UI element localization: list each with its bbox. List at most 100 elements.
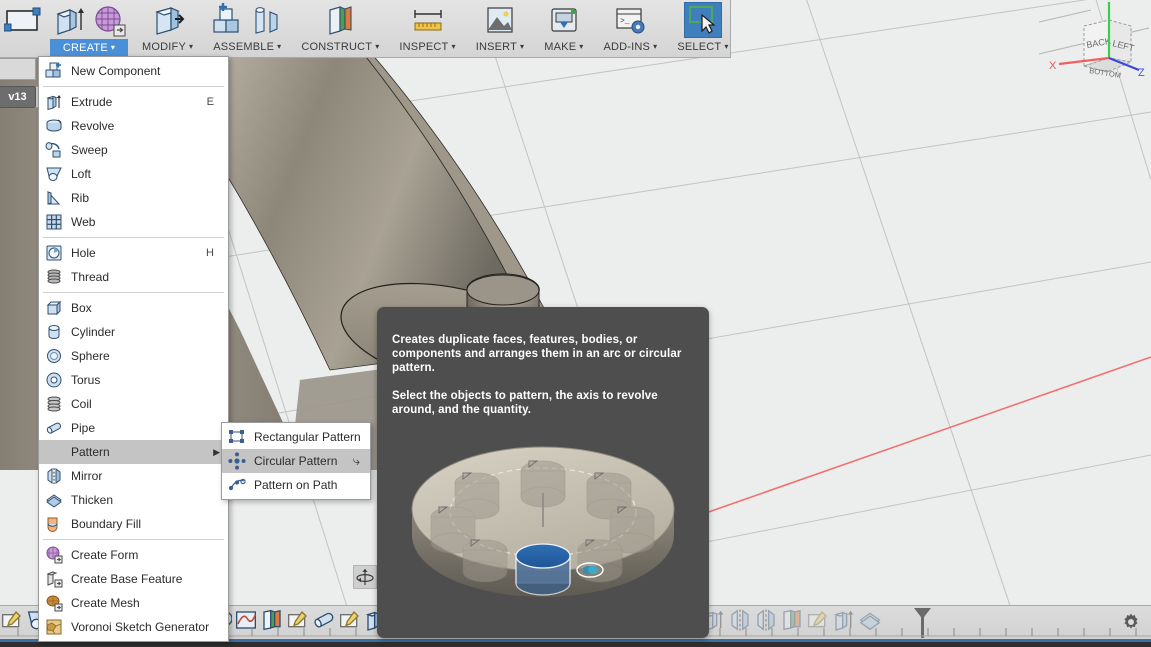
submenu-item-rectangular-pattern[interactable]: Rectangular Pattern: [222, 425, 370, 449]
menu-item-extrude[interactable]: Extrude E: [39, 90, 228, 114]
toolbar-item-select[interactable]: SELECT ▾: [667, 0, 738, 53]
toolbar-group-modify[interactable]: MODIFY ▾: [132, 0, 203, 58]
toolbar-label-create[interactable]: CREATE ▾: [50, 39, 128, 57]
browser-panel-stub[interactable]: v13: [0, 58, 52, 118]
version-badge: v13: [0, 86, 36, 108]
menu-item-label: Cylinder: [71, 325, 116, 339]
press-pull-icon[interactable]: [149, 2, 187, 38]
toolbar-group-sketch[interactable]: [0, 0, 46, 58]
tooltip-paragraph-2: Select the objects to pattern, the axis …: [392, 389, 658, 416]
menu-item-label: Revolve: [71, 119, 115, 133]
select-window-icon[interactable]: [683, 2, 722, 38]
submenu-item-circular-pattern[interactable]: Circular Pattern ⤷: [222, 449, 370, 473]
menu-item-box[interactable]: Box: [39, 296, 228, 320]
toolbar-item-inspect[interactable]: INSPECT ▾: [389, 0, 465, 53]
pattern-submenu[interactable]: Rectangular Pattern Circular Pattern ⤷ Patt…: [221, 422, 371, 500]
insert-label-text: INSERT: [475, 41, 518, 53]
menu-item-label: Loft: [71, 167, 92, 181]
toolbar-group-assemble[interactable]: ASSEMBLE ▾: [203, 0, 291, 58]
toolbar-group-select[interactable]: SELECT ▾: [667, 0, 738, 58]
toolbar-item-make[interactable]: MAKE ▾: [534, 0, 593, 53]
toolbar-item-construct[interactable]: CONSTRUCT ▾: [291, 0, 389, 53]
toolbar-item-sketch[interactable]: [0, 0, 46, 38]
toolbar-item-addins[interactable]: >_ ADD-INS ▾: [593, 0, 667, 53]
view-cube[interactable]: BACK LEFT BOTTOM X Z: [1038, 0, 1150, 95]
menu-item-create-mesh[interactable]: Create Mesh: [39, 591, 228, 615]
new-component-icon: [45, 62, 63, 80]
toolbar-group-insert[interactable]: INSERT ▾: [466, 0, 535, 58]
menu-item-thicken[interactable]: Thicken: [39, 488, 228, 512]
menu-item-thread[interactable]: Thread: [39, 265, 228, 289]
toolbar-item-create[interactable]: CREATE ▾: [46, 0, 132, 57]
toolbar-group-inspect[interactable]: INSPECT ▾: [389, 0, 465, 58]
menu-item-label: Mirror: [71, 469, 103, 483]
menu-item-torus[interactable]: Torus: [39, 368, 228, 392]
menu-item-hole[interactable]: Hole H: [39, 241, 228, 265]
svg-text:>_: >_: [620, 17, 630, 26]
toolbar-label-modify[interactable]: MODIFY ▾: [136, 39, 199, 53]
measure-icon[interactable]: [409, 2, 447, 38]
menu-item-label: Thread: [71, 270, 110, 284]
create-form-icon[interactable]: [90, 2, 128, 38]
extrude-icon[interactable]: [50, 2, 88, 38]
toolbar-label-assemble[interactable]: ASSEMBLE ▾: [207, 39, 287, 53]
create-label-text: CREATE: [62, 42, 108, 54]
menu-item-label: Create Base Feature: [71, 572, 183, 586]
modify-label-text: MODIFY: [142, 41, 186, 53]
toolbar-group-create[interactable]: CREATE ▾: [46, 0, 132, 58]
orbit-glyph: [356, 569, 374, 585]
toolbar-item-assemble[interactable]: ASSEMBLE ▾: [203, 0, 291, 53]
chevron-down-icon: ▾: [520, 42, 525, 51]
orbit-icon[interactable]: [353, 565, 377, 589]
toolbar-label-select[interactable]: SELECT ▾: [671, 39, 734, 53]
toolbar-group-make[interactable]: MAKE ▾: [534, 0, 593, 58]
menu-item-mirror[interactable]: Mirror: [39, 464, 228, 488]
menu-item-new-component[interactable]: New Component: [39, 59, 228, 83]
menu-item-pipe[interactable]: Pipe: [39, 416, 228, 440]
scripts-addins-icon[interactable]: >_: [611, 2, 649, 38]
3d-print-icon[interactable]: [545, 2, 583, 38]
menu-item-pattern[interactable]: Pattern ▶: [39, 440, 228, 464]
toolbar-group-construct[interactable]: CONSTRUCT ▾: [291, 0, 389, 58]
menu-item-label: Create Mesh: [71, 596, 140, 610]
box-icon: [45, 299, 63, 317]
chevron-down-icon: ▾: [653, 42, 658, 51]
toolbar-label-construct[interactable]: CONSTRUCT ▾: [295, 39, 385, 53]
boundary-fill-icon: [45, 515, 63, 533]
sketch-icon[interactable]: [3, 2, 42, 38]
submenu-item-pattern-on-path[interactable]: Pattern on Path: [222, 473, 370, 497]
offset-plane-icon[interactable]: [321, 2, 359, 38]
toolbar-item-modify[interactable]: MODIFY ▾: [132, 0, 203, 53]
toolbar-label-make[interactable]: MAKE ▾: [538, 39, 589, 53]
loft-icon: [45, 165, 63, 183]
chevron-down-icon: ▾: [579, 42, 584, 51]
create-dropdown-menu[interactable]: New Component Extrude E Revolve Sweep Loft Rib…: [38, 56, 229, 642]
menu-separator: [43, 292, 224, 293]
menu-item-create-base-feature[interactable]: Create Base Feature: [39, 567, 228, 591]
main-toolbar[interactable]: CREATE ▾ MODIFY ▾ ASSEMBLE ▾ CONSTRUCT ▾…: [0, 0, 731, 58]
toolbar-label-inspect[interactable]: INSPECT ▾: [393, 39, 461, 53]
hole-icon: [45, 244, 63, 262]
toolbar-group-addins[interactable]: >_ ADD-INS ▾: [593, 0, 667, 58]
browser-top-row: [0, 58, 36, 80]
menu-item-cylinder[interactable]: Cylinder: [39, 320, 228, 344]
toolbar-label-addins[interactable]: ADD-INS ▾: [597, 39, 663, 53]
menu-item-web[interactable]: Web: [39, 210, 228, 234]
menu-item-revolve[interactable]: Revolve: [39, 114, 228, 138]
menu-item-rib[interactable]: Rib: [39, 186, 228, 210]
insert-image-icon[interactable]: [481, 2, 519, 38]
menu-item-voronoi-sketch-generator[interactable]: Voronoi Sketch Generator: [39, 615, 228, 639]
menu-item-coil[interactable]: Coil: [39, 392, 228, 416]
toolbar-item-insert[interactable]: INSERT ▾: [466, 0, 535, 53]
menu-item-sphere[interactable]: Sphere: [39, 344, 228, 368]
new-component-icon[interactable]: [208, 2, 246, 38]
joint-icon[interactable]: [248, 2, 286, 38]
toolbar-label-insert[interactable]: INSERT ▾: [470, 39, 531, 53]
x-axis-line: [699, 356, 1151, 516]
gear-icon[interactable]: [1121, 612, 1141, 632]
menu-item-create-form[interactable]: Create Form: [39, 543, 228, 567]
menu-item-boundary-fill[interactable]: Boundary Fill: [39, 512, 228, 536]
menu-item-loft[interactable]: Loft: [39, 162, 228, 186]
submenu-item-label: Pattern on Path: [254, 478, 338, 492]
menu-item-sweep[interactable]: Sweep: [39, 138, 228, 162]
